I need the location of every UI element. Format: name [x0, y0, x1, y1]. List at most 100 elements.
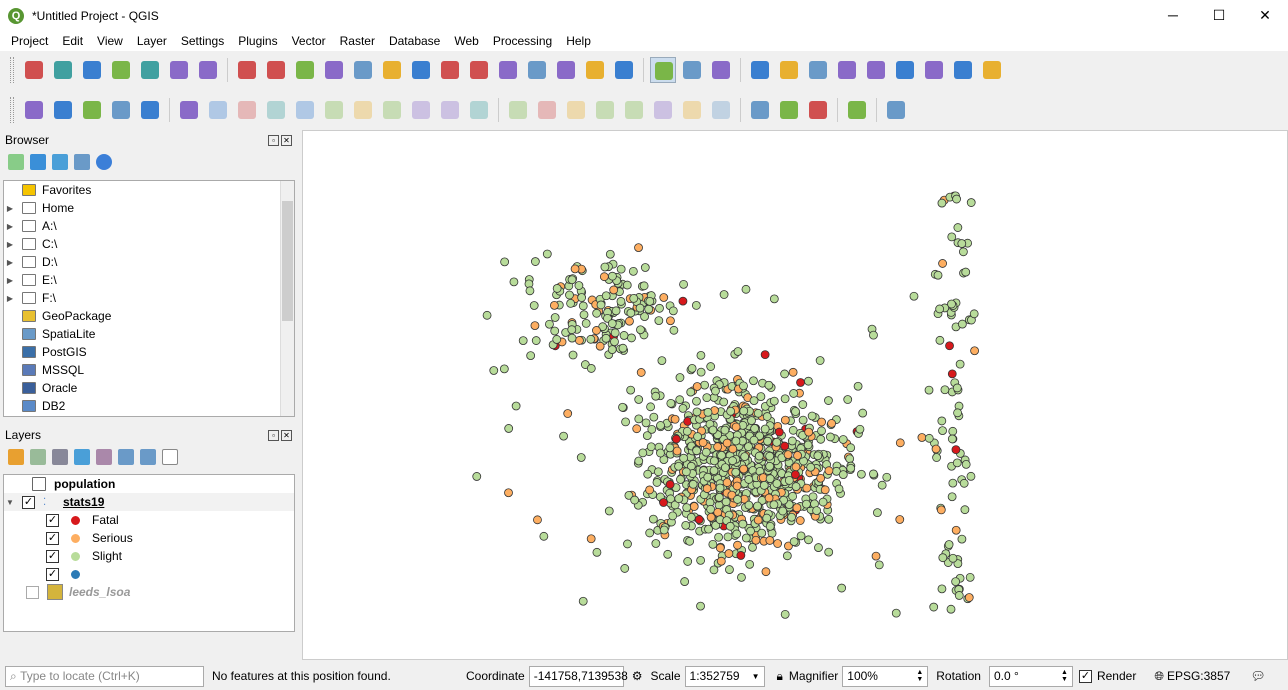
expand-arrow-icon[interactable]: ▶ — [4, 222, 16, 231]
render-checkbox[interactable]: ✓ — [1078, 669, 1092, 683]
deselect-icon[interactable] — [776, 57, 802, 83]
browser-item[interactable]: MSSQL — [4, 361, 294, 379]
minimize-button[interactable]: ─ — [1150, 0, 1196, 31]
layer-checkbox[interactable]: ✓ — [22, 495, 35, 509]
style-manager-icon[interactable] — [195, 57, 221, 83]
pan-to-selection-icon[interactable] — [263, 57, 289, 83]
zoom-selection-icon[interactable] — [408, 57, 434, 83]
close-panel-icon[interactable]: ✕ — [281, 429, 292, 441]
digitize-vertex-icon[interactable] — [79, 97, 105, 123]
menu-plugins[interactable]: Plugins — [231, 34, 284, 48]
browser-item[interactable]: ▶ E:\ — [4, 271, 294, 289]
visibility-icon[interactable] — [52, 449, 68, 465]
expand-all-icon[interactable] — [118, 449, 134, 465]
text-annotation-icon[interactable] — [979, 57, 1005, 83]
delete-icon[interactable] — [321, 97, 347, 123]
crs-globe-icon[interactable]: 🌐︎ — [1154, 669, 1164, 684]
zoom-layer-icon[interactable] — [437, 57, 463, 83]
class-checkbox[interactable]: ✓ — [46, 549, 59, 563]
metasearch-icon[interactable] — [747, 97, 773, 123]
layout-manager-icon[interactable] — [166, 57, 192, 83]
class-checkbox[interactable]: ✓ — [46, 513, 59, 527]
style-icon[interactable] — [8, 449, 24, 465]
magnifier-spinbox[interactable]: 100% ▲ ▼ — [842, 665, 929, 687]
rotation-spinbox[interactable]: 0.0 ° ▲ ▼ — [988, 665, 1073, 687]
menu-settings[interactable]: Settings — [174, 34, 231, 48]
float-icon[interactable]: ▫ — [268, 429, 279, 441]
field-calculator-icon[interactable] — [863, 57, 889, 83]
python-console-icon[interactable] — [844, 97, 870, 123]
menu-layer[interactable]: Layer — [130, 34, 174, 48]
scale-combo[interactable]: 1:352759 ▼ — [684, 665, 765, 687]
menu-web[interactable]: Web — [447, 34, 485, 48]
menu-project[interactable]: Project — [4, 34, 55, 48]
paste-icon[interactable] — [408, 97, 434, 123]
legend-class[interactable]: ✓ — [4, 565, 294, 583]
toggle-editing-icon[interactable] — [205, 97, 231, 123]
action-icon[interactable] — [679, 57, 705, 83]
remove-layer-icon[interactable] — [162, 449, 178, 465]
zoom-in-icon[interactable] — [292, 57, 318, 83]
layer-stats19[interactable]: ▼ ✓ ⁚ stats19 — [4, 493, 294, 511]
menu-help[interactable]: Help — [559, 34, 598, 48]
menu-edit[interactable]: Edit — [55, 34, 90, 48]
new-geopackage-layer-icon[interactable] — [50, 97, 76, 123]
refresh-icon[interactable] — [30, 154, 46, 170]
browser-item[interactable]: SpatiaLite — [4, 325, 294, 343]
current-edits-icon[interactable] — [176, 97, 202, 123]
menu-vector[interactable]: Vector — [285, 34, 333, 48]
map-tips-icon[interactable] — [950, 57, 976, 83]
save-edits-icon[interactable] — [234, 97, 260, 123]
layer-diagram-icon[interactable] — [534, 97, 560, 123]
select-by-value-icon[interactable] — [747, 57, 773, 83]
menu-raster[interactable]: Raster — [333, 34, 382, 48]
legend-class[interactable]: ✓ Fatal — [4, 511, 294, 529]
expand-arrow-icon[interactable]: ▶ — [4, 240, 16, 249]
change-label-icon[interactable] — [708, 97, 734, 123]
show-bookmarks-icon[interactable] — [553, 57, 579, 83]
menu-view[interactable]: View — [90, 34, 130, 48]
class-checkbox[interactable]: ✓ — [46, 567, 59, 581]
open-project-icon[interactable] — [50, 57, 76, 83]
filter-legend-icon[interactable] — [74, 449, 90, 465]
new-project-icon[interactable] — [21, 57, 47, 83]
lock-icon[interactable]: 🔒︎ — [777, 669, 783, 684]
close-panel-icon[interactable]: ✕ — [281, 134, 292, 146]
add-group-icon[interactable] — [30, 449, 46, 465]
collapse-arrow-icon[interactable]: ▼ — [4, 498, 16, 507]
filter-icon[interactable] — [52, 154, 68, 170]
expand-arrow-icon[interactable]: ▶ — [4, 258, 16, 267]
messages-icon[interactable]: 💬︎ — [1250, 669, 1265, 683]
menu-database[interactable]: Database — [382, 34, 447, 48]
wfs-icon[interactable] — [805, 97, 831, 123]
expression-filter-icon[interactable] — [96, 449, 112, 465]
locator-search-input[interactable]: ⌕ Type to locate (Ctrl+K) — [5, 665, 204, 687]
sum-icon[interactable] — [892, 57, 918, 83]
expand-arrow-icon[interactable]: ▶ — [4, 294, 16, 303]
select-features-icon[interactable] — [708, 57, 734, 83]
rotate-label-icon[interactable] — [679, 97, 705, 123]
menu-processing[interactable]: Processing — [486, 34, 559, 48]
data-source-manager-icon[interactable] — [21, 97, 47, 123]
class-checkbox[interactable]: ✓ — [46, 531, 59, 545]
layer-leeds-lsoa[interactable]: leeds_lsoa — [4, 583, 294, 601]
collapse-all-icon[interactable] — [74, 154, 90, 170]
coordinate-field[interactable]: -141758,7139538 — [528, 665, 628, 687]
save-project-icon[interactable] — [79, 57, 105, 83]
browser-item[interactable]: ▶ A:\ — [4, 217, 294, 235]
add-feature-icon[interactable] — [263, 97, 289, 123]
map-canvas[interactable] — [302, 130, 1288, 660]
new-bookmark-icon[interactable] — [524, 57, 550, 83]
browser-item[interactable]: DB2 — [4, 397, 294, 415]
browser-item[interactable]: ▶ Home — [4, 199, 294, 217]
zoom-native-icon[interactable] — [350, 57, 376, 83]
browser-item[interactable]: ▶ F:\ — [4, 289, 294, 307]
redo-icon[interactable] — [466, 97, 492, 123]
zoom-next-icon[interactable] — [495, 57, 521, 83]
show-hide-labels-icon[interactable] — [621, 97, 647, 123]
spatial-bookmark-icon[interactable] — [582, 57, 608, 83]
add-selected-icon[interactable] — [8, 154, 24, 170]
save-as-icon[interactable] — [108, 57, 134, 83]
move-label-icon[interactable] — [650, 97, 676, 123]
browser-item[interactable]: ▶ D:\ — [4, 253, 294, 271]
